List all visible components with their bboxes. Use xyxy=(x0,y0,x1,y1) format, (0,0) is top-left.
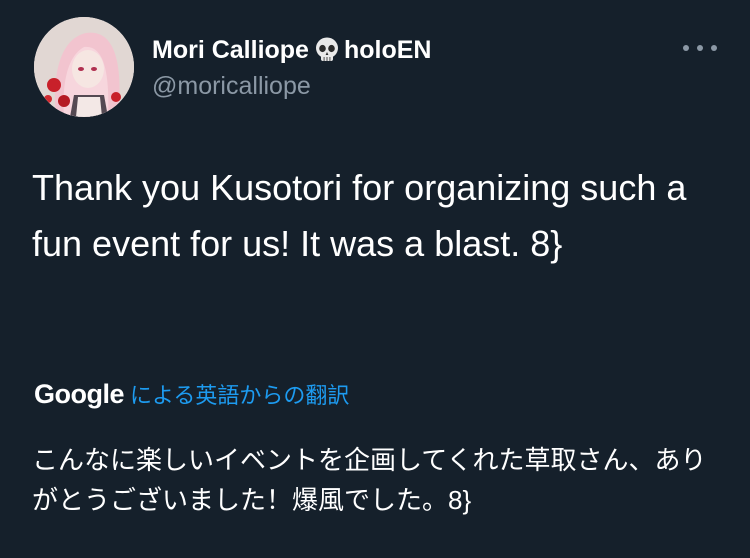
display-name-org: holoEN xyxy=(343,35,432,64)
translated-text: こんなに楽しいイベントを企画してくれた草取さん、ありがとうございました！爆風でし… xyxy=(32,445,707,515)
author-name-row[interactable]: Mori Calliope holoEN xyxy=(152,33,431,67)
translation-link[interactable]: による英語からの翻訳 xyxy=(130,378,349,410)
google-logo: Google xyxy=(34,378,125,409)
display-name[interactable]: Mori Calliope xyxy=(152,36,309,65)
translation-attribution: Google による英語からの翻訳 xyxy=(34,374,349,414)
profile-avatar[interactable] xyxy=(34,17,134,117)
more-dot xyxy=(683,45,689,51)
more-dot xyxy=(711,45,717,51)
tweet-text: Thank you Kusotori for organizing such a… xyxy=(32,167,687,264)
author-handle[interactable]: @moricalliope xyxy=(152,72,311,101)
more-dot xyxy=(697,45,703,51)
skull-icon xyxy=(312,35,342,65)
avatar-illustration xyxy=(34,17,134,117)
tweet-card: Mori Calliope holoEN @moricalliope Thank… xyxy=(0,0,750,558)
more-horizontal-icon[interactable] xyxy=(683,38,717,58)
